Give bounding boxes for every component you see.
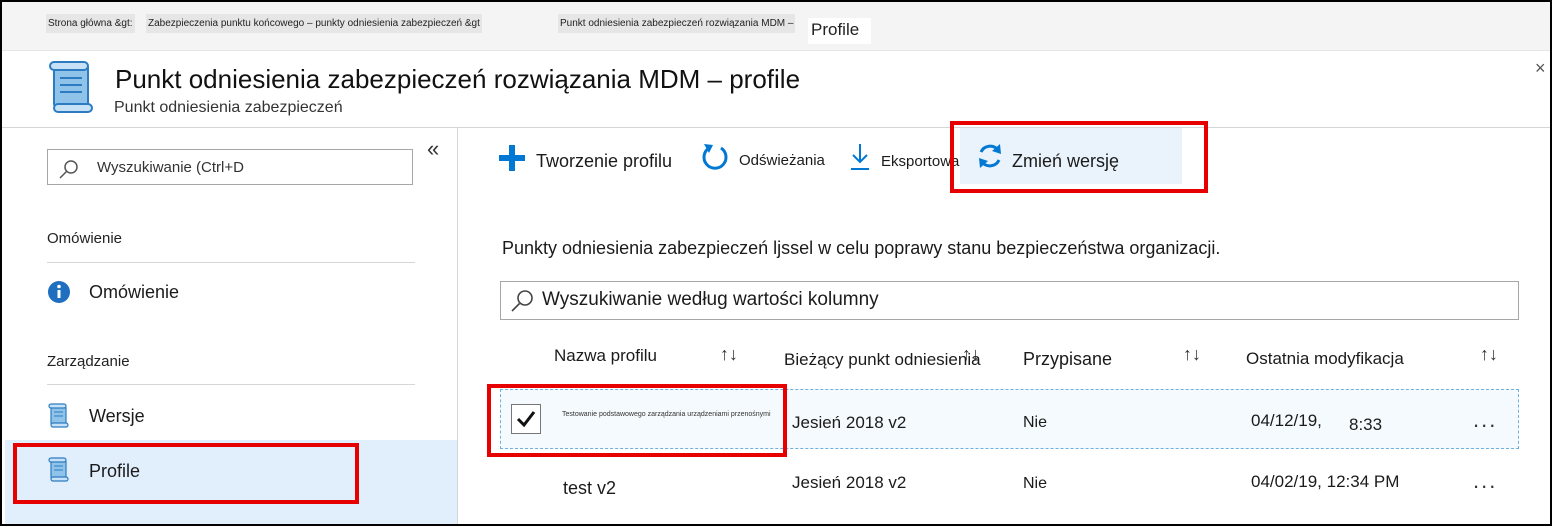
sidebar-divider [457, 128, 458, 524]
row-baseline: Jesień 2018 v2 [792, 473, 907, 492]
sidebar-item-label: Profile [89, 461, 141, 481]
refresh-button[interactable]: Odświeżania [701, 140, 851, 174]
column-header-name[interactable]: Nazwa profilu [554, 346, 657, 366]
info-icon [48, 281, 70, 303]
column-search-placeholder: Wyszukiwanie według wartości kolumny [542, 289, 879, 310]
section-title-overview: Omówienie [47, 230, 123, 247]
download-icon [851, 144, 869, 170]
section-divider [47, 262, 415, 263]
row-profile-name[interactable]: test v2 [563, 478, 616, 499]
scroll-icon [46, 60, 98, 121]
scroll-icon [48, 403, 69, 428]
row-modified-date: 04/02/19, 12:34 PM [1251, 472, 1400, 491]
search-icon [511, 290, 533, 312]
sidebar-item-label: Omówienie [89, 282, 180, 302]
sidebar-search-input[interactable]: Wyszukiwanie (Ctrl+D [47, 149, 413, 185]
column-header-modified[interactable]: Ostatnia modyfikacja [1246, 349, 1404, 369]
sidebar-item-profiles[interactable]: Profile [47, 457, 347, 485]
page-subtitle: Punkt odniesienia zabezpieczeń [114, 99, 343, 116]
highlight-box-change-version [950, 121, 1208, 193]
breadcrumb-endpoint-security[interactable]: Zabezpieczenia punktu końcowego – punkty… [146, 14, 482, 33]
search-icon [59, 160, 78, 179]
section-divider [47, 384, 415, 385]
row-modified-time: 8:33 [1349, 415, 1383, 434]
breadcrumb: Strona główna &gt: Zabezpieczenia punktu… [2, 2, 1550, 51]
page-description: Punkty odniesienia zabezpieczeń ljssel w… [502, 238, 1221, 258]
row-more-icon[interactable]: ... [1473, 468, 1497, 494]
plus-icon [499, 145, 525, 171]
sidebar-search-placeholder: Wyszukiwanie (Ctrl+D [97, 159, 244, 176]
sidebar-item-overview[interactable]: Omówienie [47, 280, 417, 308]
sidebar-item-versions[interactable]: Wersje [47, 403, 417, 431]
column-search-input[interactable]: Wyszukiwanie według wartości kolumny [500, 281, 1519, 320]
sort-arrows-icon[interactable]: ↑↓ [962, 344, 980, 365]
column-header-assigned[interactable]: Przypisane [1023, 349, 1112, 370]
create-profile-button[interactable]: Tworzenie profilu [498, 142, 698, 174]
close-icon[interactable]: × [1535, 58, 1546, 79]
collapse-sidebar-icon[interactable]: « [427, 136, 439, 162]
row-modified-date: 04/12/19, [1251, 411, 1322, 430]
sort-arrows-icon[interactable]: ↑↓ [1183, 344, 1201, 365]
page-title: Punkt odniesienia zabezpieczeń rozwiązan… [115, 64, 801, 94]
refresh-icon [702, 144, 728, 170]
sort-arrows-icon[interactable]: ↑↓ [720, 344, 738, 365]
row-baseline: Jesień 2018 v2 [792, 413, 907, 432]
row-more-icon[interactable]: ... [1473, 407, 1497, 433]
row-assigned: Nie [1023, 475, 1048, 492]
scroll-icon [48, 457, 69, 482]
create-profile-label: Tworzenie profilu [536, 151, 673, 171]
highlight-box-selected-row [487, 384, 787, 457]
sort-arrows-icon[interactable]: ↑↓ [1480, 344, 1498, 365]
refresh-label: Odświeżania [739, 152, 825, 169]
breadcrumb-mdm-baseline[interactable]: Punkt odniesienia zabezpieczeń rozwiązan… [558, 14, 796, 33]
row-assigned: Nie [1023, 414, 1048, 431]
section-title-manage: Zarządzanie [47, 353, 130, 370]
breadcrumb-home[interactable]: Strona główna &gt: [46, 14, 135, 33]
header-divider [2, 127, 1550, 128]
breadcrumb-profiles: Profile [808, 18, 872, 44]
sidebar-item-label: Wersje [89, 406, 145, 426]
column-header-baseline[interactable]: Bieżący punkt odniesienia [784, 350, 981, 370]
